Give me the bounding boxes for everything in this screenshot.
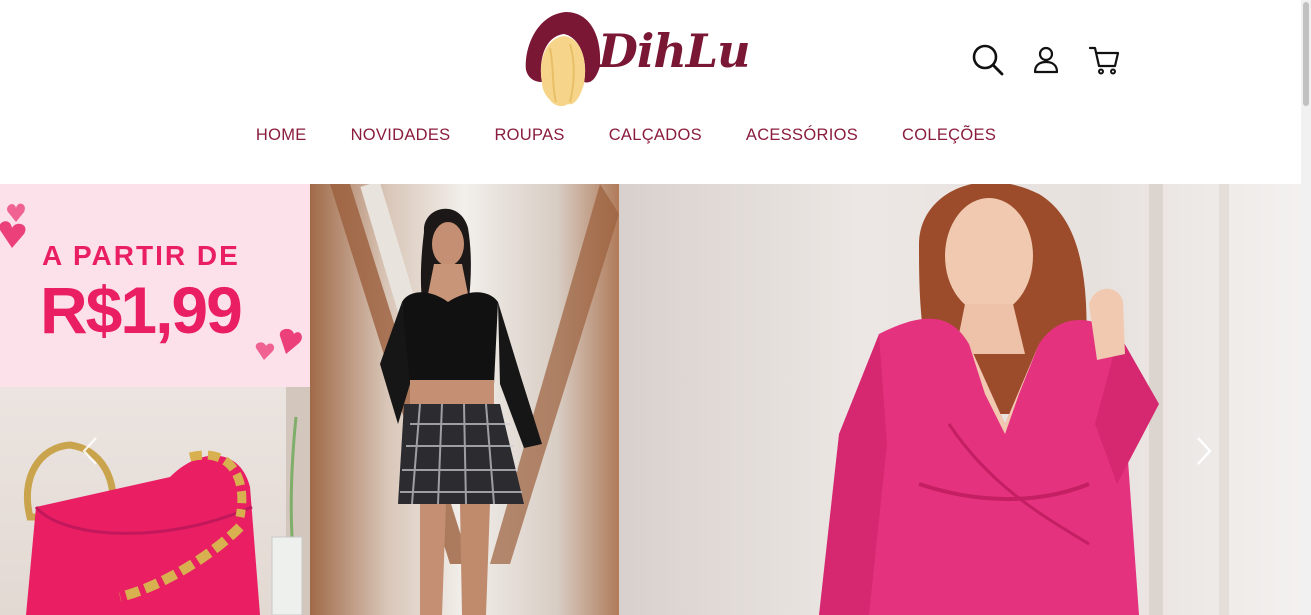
model-image-skirt[interactable] bbox=[310, 184, 619, 615]
carousel-prev-button[interactable] bbox=[78, 434, 102, 468]
scrollbar-thumb[interactable] bbox=[1303, 2, 1309, 106]
nav-item-calcados[interactable]: CALÇADOS bbox=[609, 126, 702, 145]
user-icon[interactable] bbox=[1028, 40, 1064, 80]
page-scrollbar[interactable] bbox=[1301, 0, 1311, 615]
nav-item-home[interactable]: HOME bbox=[256, 126, 307, 145]
search-icon[interactable] bbox=[970, 40, 1006, 80]
nav-item-acessorios[interactable]: ACESSÓRIOS bbox=[746, 126, 858, 145]
chevron-right-icon bbox=[1197, 437, 1212, 465]
heart-decoration-icon bbox=[255, 328, 302, 360]
hero-banner-carousel[interactable]: A PARTIR DE R$1,99 bbox=[0, 184, 1301, 615]
nav-item-colecoes[interactable]: COLEÇÕES bbox=[902, 126, 996, 145]
cart-icon[interactable] bbox=[1086, 40, 1122, 80]
nav-item-novidades[interactable]: NOVIDADES bbox=[351, 126, 451, 145]
model-image-pink-dress[interactable] bbox=[619, 184, 1301, 615]
brand-name[interactable]: DihLu bbox=[598, 24, 751, 78]
promo-block[interactable]: A PARTIR DE R$1,99 bbox=[0, 184, 310, 387]
header-actions bbox=[970, 40, 1122, 80]
handbag-image[interactable] bbox=[0, 387, 310, 615]
site-header: DihLu HOME NOVIDADES ROUPAS CALÇADOS ACE… bbox=[0, 0, 1301, 184]
main-nav: HOME NOVIDADES ROUPAS CALÇADOS ACESSÓRIO… bbox=[0, 126, 1252, 145]
heart-decoration-icon bbox=[0, 203, 26, 248]
chevron-left-icon bbox=[82, 437, 97, 465]
promo-price: R$1,99 bbox=[40, 273, 243, 347]
promo-subtitle: A PARTIR DE bbox=[42, 240, 240, 271]
nav-item-roupas[interactable]: ROUPAS bbox=[494, 126, 564, 145]
carousel-next-button[interactable] bbox=[1192, 434, 1216, 468]
